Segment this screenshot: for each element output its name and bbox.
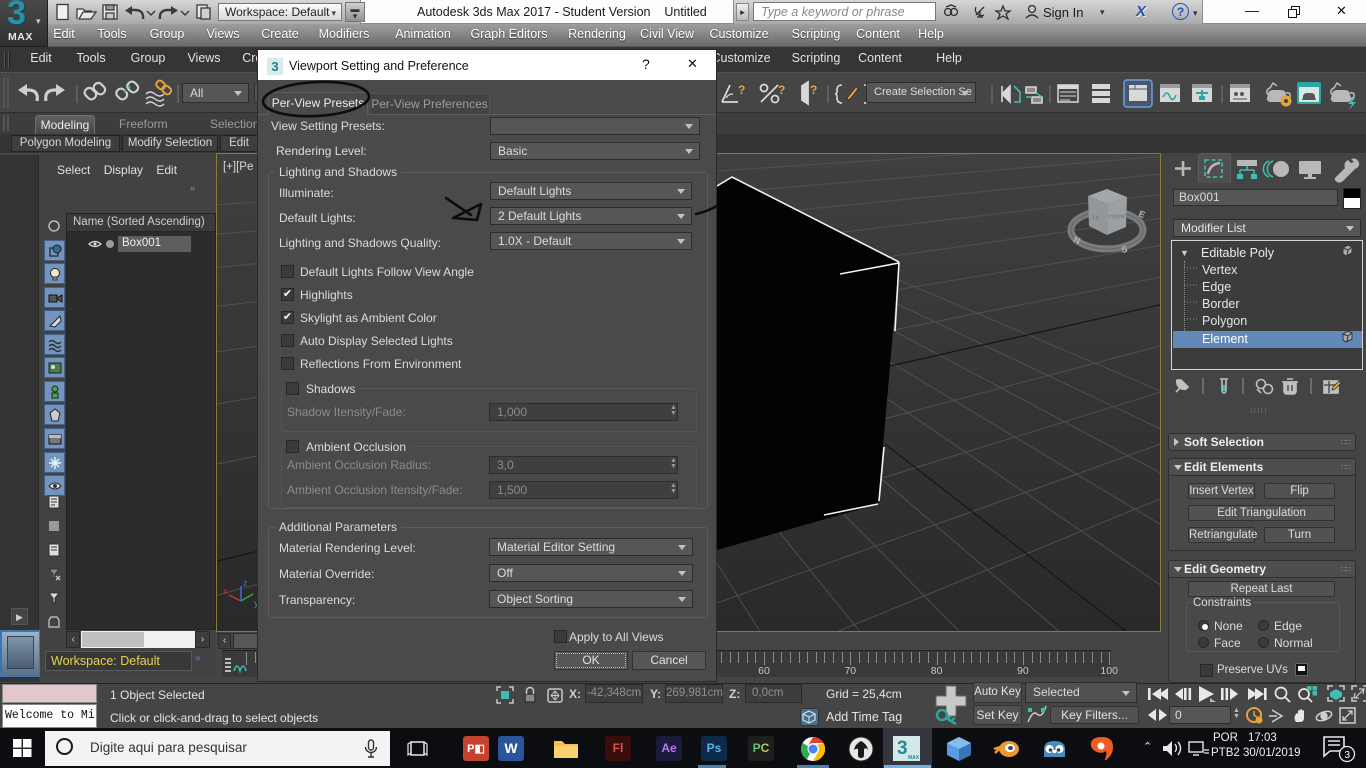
- svg-text:x: x: [223, 586, 228, 596]
- svg-text:3: 3: [1345, 750, 1351, 761]
- svg-text:?: ?: [738, 83, 745, 97]
- svg-text:MAX: MAX: [908, 755, 920, 761]
- svg-text:Sign In: Sign In: [1043, 5, 1083, 20]
- svg-text:?: ?: [810, 83, 817, 97]
- svg-text:E: E: [1137, 209, 1146, 221]
- svg-text:?: ?: [778, 83, 785, 97]
- svg-text:3: 3: [897, 738, 908, 759]
- svg-text:z: z: [243, 578, 248, 588]
- svg-text:▾: ▾: [1100, 7, 1105, 17]
